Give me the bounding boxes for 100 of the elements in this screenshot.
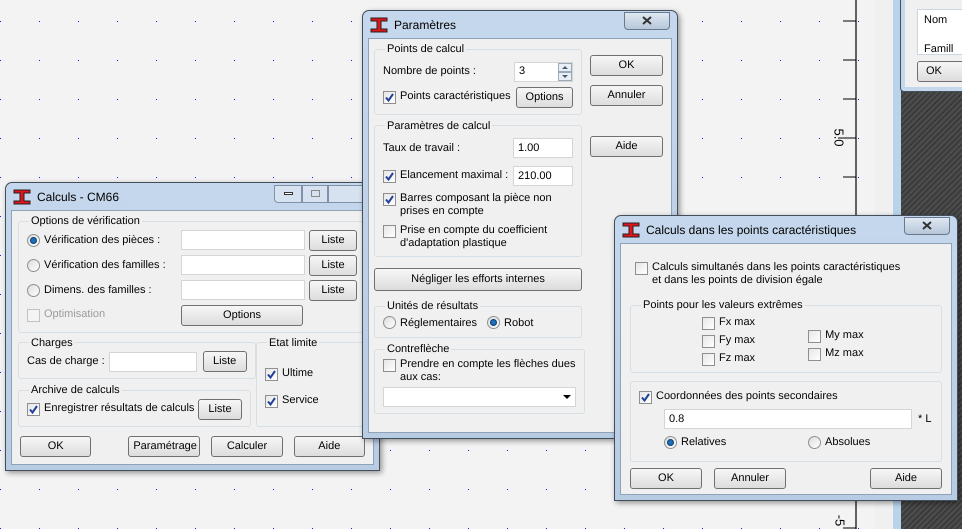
radio-button[interactable] bbox=[664, 436, 677, 449]
check-icon bbox=[385, 172, 394, 181]
dialog-button[interactable]: Liste bbox=[309, 254, 357, 276]
unit-label: * L bbox=[918, 412, 932, 427]
radio-label: Réglementaires bbox=[400, 316, 478, 330]
checkbox-label: Fy max bbox=[719, 334, 756, 346]
group-label: Points pour les valeurs extrêmes bbox=[642, 298, 804, 313]
beam-icon bbox=[370, 16, 388, 32]
checkbox-label: Ultime bbox=[282, 367, 314, 380]
dialog-button[interactable]: Aide bbox=[590, 136, 663, 157]
dialog-button[interactable]: Liste bbox=[198, 398, 242, 420]
checkbox[interactable] bbox=[383, 193, 396, 206]
checkbox[interactable] bbox=[27, 403, 40, 416]
dialog-button[interactable]: Liste bbox=[202, 351, 247, 372]
dialog-button[interactable]: Négliger les efforts internes bbox=[374, 268, 582, 291]
checkbox-label: Enregistrer résultats de calculs bbox=[44, 402, 194, 415]
dialog-button[interactable]: OK bbox=[917, 61, 962, 82]
group-label: Etat limite bbox=[268, 336, 318, 350]
checkbox[interactable] bbox=[383, 170, 396, 183]
checkbox[interactable] bbox=[635, 262, 648, 275]
dialog-button[interactable]: Annuler bbox=[590, 85, 663, 106]
spin-arrows-icon bbox=[558, 62, 572, 80]
dialog-button[interactable]: Aide bbox=[294, 436, 365, 456]
caret-icon bbox=[562, 394, 570, 398]
dialog-button[interactable]: Liste bbox=[309, 230, 357, 250]
field-label: Cas de charge : bbox=[27, 354, 105, 370]
window-title: Calculs - CM66 bbox=[37, 188, 120, 206]
dialog-button[interactable]: Calculer bbox=[211, 436, 283, 456]
radio-label: Robot bbox=[504, 316, 534, 330]
radio-label: Absolues bbox=[825, 435, 870, 450]
field-label: Nom bbox=[924, 13, 948, 28]
dialog-button[interactable]: OK bbox=[20, 436, 92, 456]
checkbox-label: Fz max bbox=[719, 352, 756, 364]
field-label: Famill bbox=[924, 42, 954, 56]
dialog-button[interactable]: Annuler bbox=[714, 468, 786, 488]
group-label: Archive de calculs bbox=[30, 383, 121, 398]
checkbox-label: Optimisation bbox=[44, 308, 106, 321]
checkbox[interactable] bbox=[383, 358, 396, 372]
radio-button[interactable] bbox=[27, 284, 40, 296]
checkbox[interactable] bbox=[808, 348, 822, 360]
close-button[interactable] bbox=[624, 12, 670, 30]
check-icon bbox=[385, 93, 394, 102]
window-title: Calculs dans les points caractéristiques bbox=[646, 222, 858, 238]
checkbox-label: Service bbox=[282, 394, 319, 407]
dialog-button[interactable]: Options bbox=[516, 86, 573, 108]
check-icon bbox=[641, 393, 650, 402]
dialog-button[interactable]: Paramétrage bbox=[128, 436, 200, 456]
check-icon bbox=[267, 397, 276, 406]
minimize-button[interactable] bbox=[274, 184, 302, 202]
dialog-button[interactable]: Options bbox=[181, 304, 303, 326]
checkbox[interactable] bbox=[265, 368, 278, 381]
window-title: Paramètres bbox=[394, 16, 458, 34]
checkbox-label: Fx max bbox=[719, 316, 756, 328]
dialog-button[interactable]: OK bbox=[630, 468, 702, 488]
radio-button[interactable] bbox=[808, 436, 821, 449]
group-label: Unités de résultats bbox=[386, 299, 480, 314]
text-field[interactable]: 1.00 bbox=[513, 138, 573, 158]
checkbox[interactable] bbox=[383, 91, 396, 104]
dialog-button[interactable]: Liste bbox=[309, 280, 357, 300]
group-label: Points de calcul bbox=[386, 42, 466, 57]
text-field[interactable]: 0.8 bbox=[664, 409, 912, 429]
check-icon bbox=[267, 370, 276, 379]
radio-label: Dimens. des familles : bbox=[44, 282, 152, 298]
close-icon bbox=[642, 16, 652, 25]
checkbox-label: Mz max bbox=[825, 346, 864, 360]
dropdown-field[interactable] bbox=[383, 386, 576, 406]
dialog-button[interactable]: OK bbox=[590, 55, 663, 76]
checkbox[interactable] bbox=[702, 316, 715, 330]
checkbox[interactable] bbox=[383, 225, 396, 238]
radio-button[interactable] bbox=[27, 234, 40, 246]
group-label: Paramètres de calcul bbox=[386, 118, 492, 134]
checkbox[interactable] bbox=[702, 352, 715, 366]
checkbox[interactable] bbox=[265, 395, 278, 408]
field-label: Nombre de points : bbox=[383, 64, 476, 80]
checkbox-label: My max bbox=[825, 328, 864, 342]
text-field[interactable] bbox=[181, 230, 305, 250]
close-button[interactable] bbox=[904, 216, 950, 234]
radio-button[interactable] bbox=[27, 258, 40, 272]
group-label: Contreflèche bbox=[386, 342, 450, 357]
checkbox-label: Prise en compte du coefficient d'adaptation plastique bbox=[400, 224, 548, 250]
text-field[interactable] bbox=[108, 352, 197, 372]
radio-button[interactable] bbox=[487, 316, 500, 330]
radio-label: Vérification des familles : bbox=[44, 258, 166, 273]
check-icon bbox=[29, 405, 38, 414]
field-label: Taux de travail : bbox=[383, 140, 460, 156]
ruler-label: 5.0 bbox=[832, 128, 846, 147]
text-field[interactable] bbox=[181, 280, 305, 300]
radio-label: Vérification des pièces : bbox=[44, 232, 160, 248]
checkbox[interactable] bbox=[639, 391, 652, 404]
checkbox[interactable] bbox=[702, 334, 715, 348]
text-field[interactable] bbox=[181, 255, 305, 275]
radio-button[interactable] bbox=[383, 316, 396, 330]
checkbox-label: Barres composant la pièce non prises en compte bbox=[400, 192, 552, 218]
checkbox[interactable] bbox=[808, 330, 822, 342]
dialog-button[interactable]: Aide bbox=[870, 468, 942, 488]
close-icon bbox=[922, 221, 932, 230]
spin-field[interactable]: 3 bbox=[514, 62, 573, 82]
text-field[interactable]: 210.00 bbox=[513, 166, 573, 186]
checkbox-label: Prendre en compte les flèches dues aux cas: bbox=[400, 358, 576, 384]
check-icon bbox=[385, 195, 394, 204]
